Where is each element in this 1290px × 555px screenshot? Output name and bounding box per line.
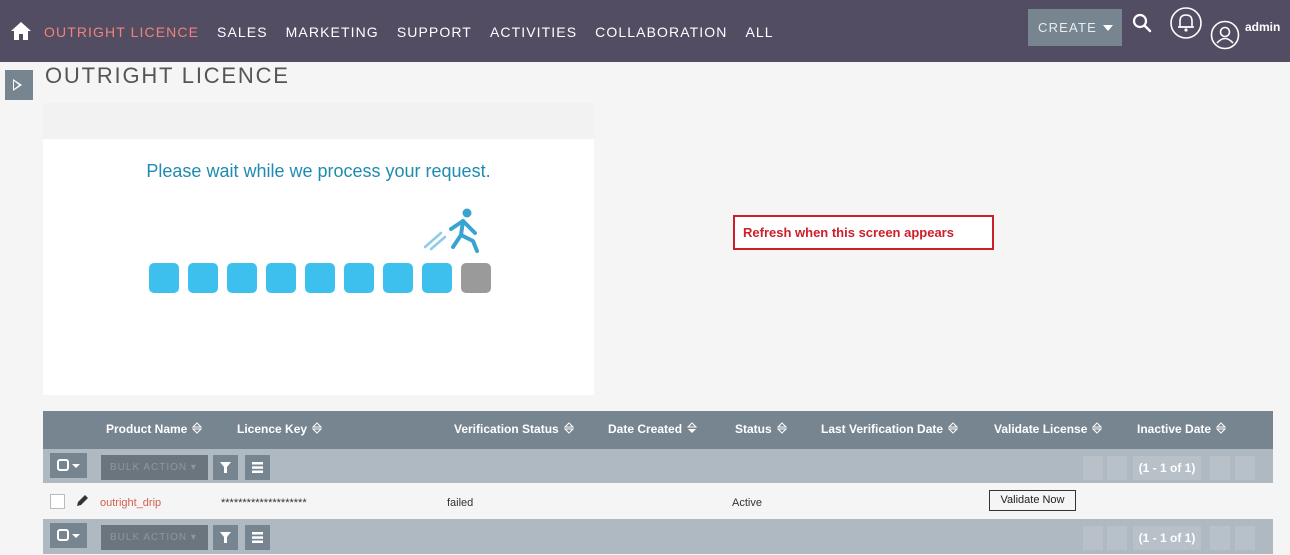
product-name-link[interactable]: outright_drip	[100, 497, 161, 509]
main-nav: OUTRIGHT LICENCE SALES MARKETING SUPPORT…	[44, 22, 792, 42]
bulk-action-button[interactable]: BULK ACTION ▾	[101, 525, 208, 550]
chevron-down-icon	[1103, 25, 1113, 31]
column-chooser-button[interactable]	[245, 455, 270, 480]
sort-icon	[1092, 422, 1103, 434]
list-icon	[252, 462, 263, 473]
sort-icon	[192, 422, 203, 434]
table-header: Product Name Licence Key Verification St…	[43, 411, 1273, 449]
table-row: outright_drip ******************** faile…	[43, 483, 1273, 519]
column-chooser-button[interactable]	[245, 525, 270, 550]
row-checkbox[interactable]	[50, 494, 65, 509]
play-arrow-icon	[13, 79, 22, 91]
column-header-validate-license[interactable]: Validate License	[994, 422, 1103, 436]
progress-block-done	[227, 263, 257, 293]
progress-block-done	[305, 263, 335, 293]
user-name-label[interactable]: admin	[1245, 20, 1280, 34]
sort-icon	[563, 422, 574, 434]
user-avatar-icon[interactable]	[1210, 20, 1240, 50]
prev-page-button[interactable]	[1107, 526, 1127, 550]
select-dropdown-icon	[57, 459, 80, 471]
bulk-action-button[interactable]: BULK ACTION ▾	[101, 455, 208, 480]
nav-item-sales[interactable]: SALES	[217, 22, 268, 42]
nav-item-outright-licence[interactable]: OUTRIGHT LICENCE	[44, 22, 199, 42]
sort-icon	[776, 422, 787, 434]
column-header-verification-status[interactable]: Verification Status	[454, 422, 574, 436]
sort-icon	[1216, 422, 1227, 434]
progress-block-done	[383, 263, 413, 293]
nav-item-marketing[interactable]: MARKETING	[286, 22, 379, 42]
last-page-button[interactable]	[1235, 456, 1255, 480]
notification-bell-icon[interactable]	[1169, 6, 1203, 40]
column-header-product-name[interactable]: Product Name	[106, 422, 203, 436]
running-man-icon	[423, 208, 479, 253]
action-bar-bottom: BULK ACTION ▾ (1 - 1 of 1)	[43, 519, 1273, 554]
sidebar-toggle-button[interactable]	[5, 70, 33, 100]
column-header-licence-key[interactable]: Licence Key	[237, 422, 323, 436]
page-title: OUTRIGHT LICENCE	[45, 63, 290, 88]
progress-block-done	[344, 263, 374, 293]
column-header-date-created[interactable]: Date Created	[608, 422, 698, 436]
licence-key-cell: ********************	[221, 497, 307, 509]
column-header-last-verification-date[interactable]: Last Verification Date	[821, 422, 959, 436]
pencil-icon[interactable]	[76, 494, 89, 507]
first-page-button[interactable]	[1083, 526, 1103, 550]
create-button[interactable]: CREATE	[1028, 9, 1122, 46]
nav-item-support[interactable]: SUPPORT	[397, 22, 472, 42]
progress-block-done	[188, 263, 218, 293]
search-icon[interactable]	[1132, 13, 1152, 33]
create-button-label: CREATE	[1038, 20, 1097, 35]
home-icon[interactable]	[10, 21, 32, 41]
prev-page-button[interactable]	[1107, 456, 1127, 480]
nav-item-activities[interactable]: ACTIVITIES	[490, 22, 577, 42]
top-nav-bar: OUTRIGHT LICENCE SALES MARKETING SUPPORT…	[0, 0, 1290, 62]
verification-status-cell: failed	[447, 497, 474, 509]
nav-item-all[interactable]: ALL	[745, 22, 773, 42]
filter-button[interactable]	[213, 525, 238, 550]
list-icon	[252, 532, 263, 543]
refresh-note: Refresh when this screen appears	[733, 215, 994, 250]
progress-block-pending	[461, 263, 491, 293]
select-all-button[interactable]	[50, 453, 87, 478]
select-all-button[interactable]	[50, 523, 87, 548]
progress-block-done	[422, 263, 452, 293]
column-header-status[interactable]: Status	[735, 422, 787, 436]
progress-block-done	[266, 263, 296, 293]
next-page-button[interactable]	[1210, 456, 1230, 480]
progress-block-done	[149, 263, 179, 293]
filter-icon	[220, 462, 231, 473]
sort-icon	[312, 422, 323, 434]
first-page-button[interactable]	[1083, 456, 1103, 480]
loading-panel-header	[43, 103, 594, 139]
filter-button[interactable]	[213, 455, 238, 480]
sort-desc-icon	[687, 422, 698, 433]
pagination-count: (1 - 1 of 1)	[1133, 456, 1201, 480]
action-bar-top: BULK ACTION ▾ (1 - 1 of 1)	[43, 449, 1273, 484]
pagination-count: (1 - 1 of 1)	[1133, 526, 1201, 550]
select-dropdown-icon	[57, 529, 80, 541]
sort-icon	[948, 422, 959, 434]
loading-message: Please wait while we process your reques…	[146, 161, 491, 181]
status-cell: Active	[732, 497, 762, 509]
last-page-button[interactable]	[1235, 526, 1255, 550]
progress-indicator	[149, 263, 500, 293]
nav-item-collaboration[interactable]: COLLABORATION	[595, 22, 727, 42]
next-page-button[interactable]	[1210, 526, 1230, 550]
filter-icon	[220, 532, 231, 543]
loading-panel: Please wait while we process your reques…	[43, 103, 594, 395]
validate-now-button[interactable]: Validate Now	[989, 490, 1076, 511]
column-header-inactive-date[interactable]: Inactive Date	[1137, 422, 1227, 436]
